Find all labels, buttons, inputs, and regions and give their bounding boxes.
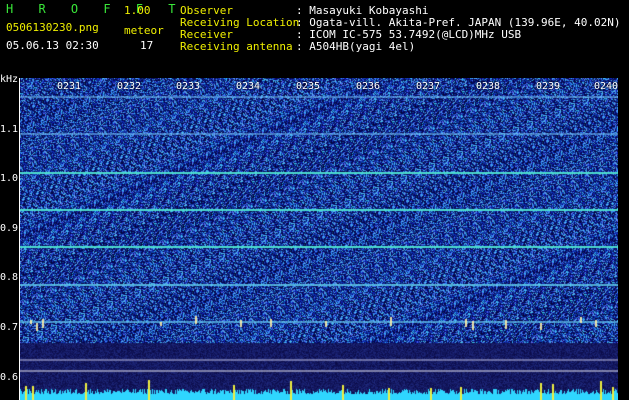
spectrogram-plot <box>20 78 618 400</box>
x-tick-0232: 0232 <box>117 81 142 92</box>
spectrogram-window: H R O F F T 1.00 0506130230.png meteor 0… <box>0 0 629 400</box>
meteor-count: 17 <box>140 39 154 52</box>
antenna-label: Receiving antenna <box>180 40 293 53</box>
date-time: 05.06.13 02:30 <box>6 39 99 52</box>
x-tick-0240: 0240 <box>594 81 619 92</box>
y-tick-1.1: 1.1 <box>0 124 19 135</box>
x-tick-0236: 0236 <box>356 81 381 92</box>
y-axis-line <box>19 78 20 400</box>
file-name: 0506130230.png <box>6 21 99 34</box>
x-tick-0233: 0233 <box>176 81 201 92</box>
y-tick-0.6: 0.6 <box>0 372 19 383</box>
x-tick-0231: 0231 <box>57 81 82 92</box>
x-tick-0239: 0239 <box>536 81 561 92</box>
y-tick-0.8: 0.8 <box>0 272 19 283</box>
x-tick-0235: 0235 <box>296 81 321 92</box>
y-tick-1.0: 1.0 <box>0 173 19 184</box>
antenna-value: : A504HB(yagi 4el) <box>296 40 416 53</box>
app-name: H R O F F T <box>6 2 185 16</box>
meteor-label: meteor <box>124 24 164 37</box>
y-axis-unit: kHz <box>0 74 19 85</box>
y-tick-0.7: 0.7 <box>0 322 19 333</box>
app-version: 1.00 <box>124 4 151 17</box>
y-tick-0.9: 0.9 <box>0 223 19 234</box>
x-tick-0234: 0234 <box>236 81 261 92</box>
x-tick-0237: 0237 <box>416 81 441 92</box>
x-tick-0238: 0238 <box>476 81 501 92</box>
